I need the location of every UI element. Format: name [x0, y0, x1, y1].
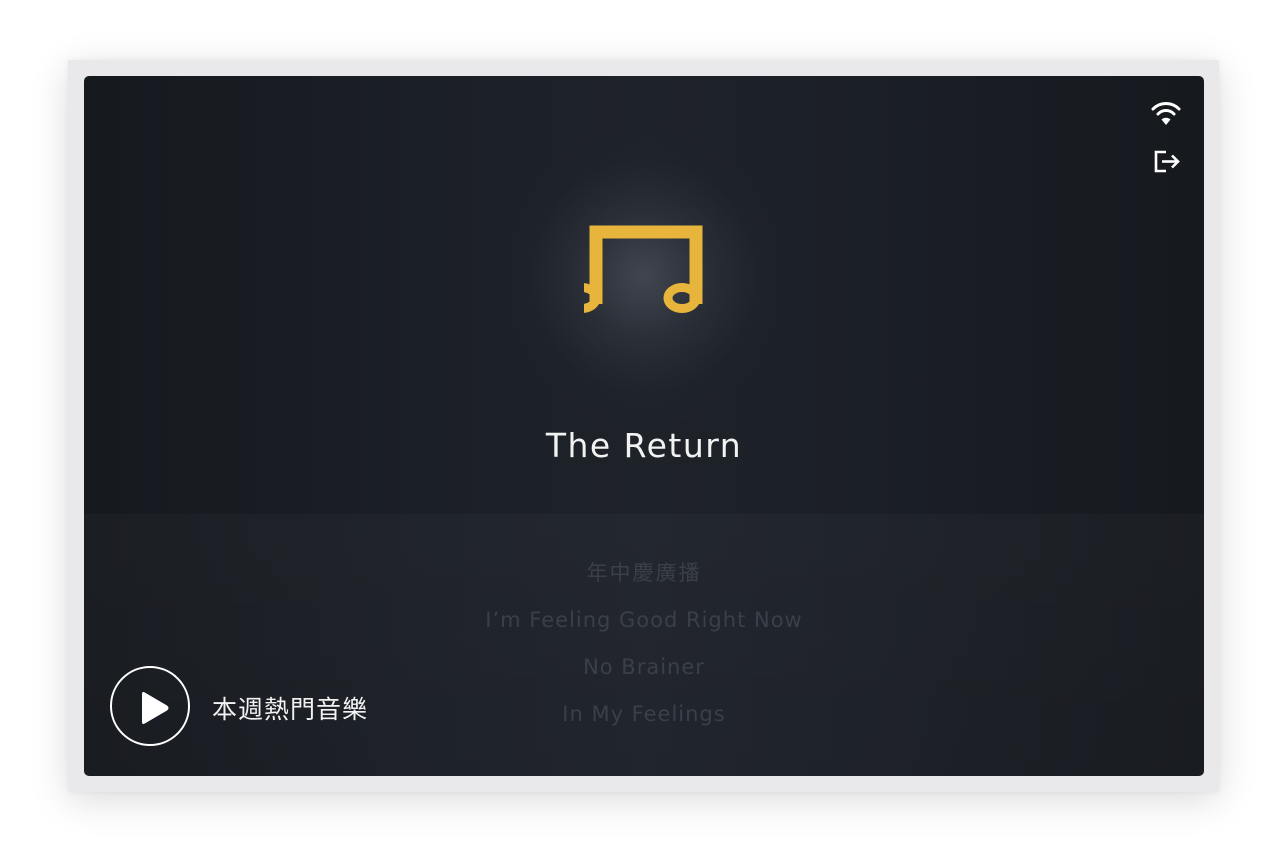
- play-button[interactable]: [110, 666, 190, 746]
- logout-icon[interactable]: [1150, 146, 1182, 176]
- playlist-item[interactable]: I’m Feeling Good Right Now: [84, 605, 1204, 652]
- now-playing-title: The Return: [545, 426, 743, 465]
- playlist-name[interactable]: 本週熱門音樂: [212, 690, 368, 726]
- status-icons: [1150, 98, 1182, 194]
- wifi-icon[interactable]: [1150, 98, 1182, 128]
- music-note-icon: [584, 225, 703, 313]
- playlist-item[interactable]: 年中慶廣播: [84, 558, 1204, 605]
- player-screen: The Return 年中慶廣播 I’m Feeling Good Right …: [84, 76, 1204, 776]
- play-icon: [142, 692, 169, 724]
